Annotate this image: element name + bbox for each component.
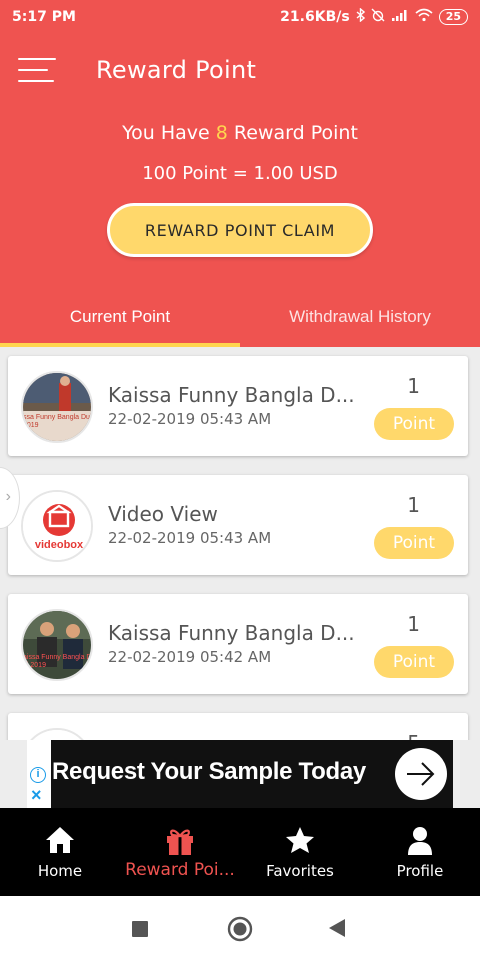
arrow-right-icon[interactable] <box>395 748 447 800</box>
point-badge: Point <box>374 408 454 440</box>
reward-header: Reward Point You Have 8 Reward Point 100… <box>0 36 480 347</box>
nav-label: Profile <box>396 862 444 880</box>
tab-current-point[interactable]: Current Point <box>0 298 240 347</box>
list-item[interactable]: 5 <box>8 713 468 740</box>
item-point-count: 1 <box>407 374 420 398</box>
status-time: 5:17 PM <box>12 9 76 25</box>
nav-favorites[interactable]: Favorites <box>240 808 360 896</box>
videobox-logo: videobox <box>21 490 93 562</box>
nav-label: Favorites <box>266 862 334 880</box>
item-title: Kaissa Funny Bangla D... <box>108 621 355 645</box>
list-item[interactable]: videobox Video View 22-02-2019 05:43 AM … <box>8 475 468 575</box>
status-bar: 5:17 PM 21.6KB/s 25 <box>0 0 480 36</box>
list-item[interactable]: aissa Funny Bangla Dubbal 2019 Kaissa Fu… <box>8 594 468 694</box>
bottom-navigation: Home Reward Poi... Favorites Profile <box>0 808 480 896</box>
video-thumbnail: ssa Funny Bangla Dubb 2019 <box>21 371 93 443</box>
item-date: 22-02-2019 05:42 AM <box>108 648 272 666</box>
points-summary: You Have 8 Reward Point <box>0 122 480 144</box>
info-icon[interactable]: i <box>30 767 46 783</box>
close-icon[interactable]: × <box>31 785 42 806</box>
system-navigation-bar <box>0 896 480 960</box>
gift-icon <box>167 829 193 855</box>
point-badge: Point <box>374 646 454 678</box>
network-speed: 21.6KB/s <box>280 9 350 25</box>
points-suffix: Reward Point <box>233 122 358 144</box>
bluetooth-icon <box>356 7 365 26</box>
back-icon[interactable] <box>328 918 346 943</box>
chevron-right-icon: › <box>5 488 11 505</box>
reward-point-list[interactable]: ssa Funny Bangla Dubb 2019 Kaissa Funny B… <box>0 347 480 740</box>
page-title: Reward Point <box>96 56 257 84</box>
nav-label: Home <box>37 862 83 880</box>
nav-profile[interactable]: Profile <box>360 808 480 896</box>
alarm-off-icon <box>371 8 385 26</box>
thumb-caption: videobox <box>35 539 84 551</box>
signal-icon <box>391 8 409 26</box>
item-point-count: 5 <box>407 731 420 740</box>
ad-banner[interactable]: i × Request Your Sample Today <box>27 740 453 808</box>
point-badge: Point <box>374 527 454 559</box>
status-icons: 21.6KB/s 25 <box>280 7 468 26</box>
ad-choices: i × <box>27 740 51 808</box>
item-title: Video View <box>108 502 218 526</box>
wifi-icon <box>415 8 433 26</box>
ad-headline: Request Your Sample Today <box>52 758 366 785</box>
item-title: Kaissa Funny Bangla D... <box>108 383 355 407</box>
item-point-count: 1 <box>407 493 420 517</box>
videobox-logo <box>21 728 93 740</box>
item-point-count: 1 <box>407 612 420 636</box>
star-icon <box>286 827 314 853</box>
nav-label: Reward Poi... <box>125 860 235 880</box>
nav-reward-point[interactable]: Reward Poi... <box>120 808 240 896</box>
tab-withdrawal-history[interactable]: Withdrawal History <box>240 298 480 347</box>
menu-icon[interactable] <box>18 56 56 84</box>
home-circle-icon[interactable] <box>227 916 253 947</box>
item-date: 22-02-2019 05:43 AM <box>108 529 272 547</box>
points-value: 8 <box>215 122 228 144</box>
nav-home[interactable]: Home <box>0 808 120 896</box>
video-thumbnail: aissa Funny Bangla Dubbal 2019 <box>21 609 93 681</box>
points-prefix: You Have <box>122 122 210 144</box>
battery-indicator: 25 <box>438 9 468 25</box>
person-icon <box>408 827 432 855</box>
tab-bar: Current Point Withdrawal History <box>0 298 480 347</box>
reward-point-claim-button[interactable]: REWARD POINT CLAIM <box>107 203 373 257</box>
home-icon <box>46 827 74 853</box>
recents-icon[interactable] <box>131 920 149 943</box>
conversion-rate: 100 Point = 1.00 USD <box>142 163 338 184</box>
list-item[interactable]: ssa Funny Bangla Dubb 2019 Kaissa Funny B… <box>8 356 468 456</box>
item-date: 22-02-2019 05:43 AM <box>108 410 272 428</box>
